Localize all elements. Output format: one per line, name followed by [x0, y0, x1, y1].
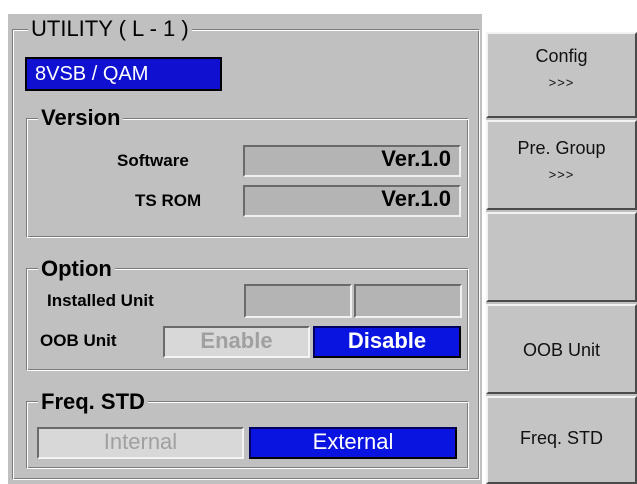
software-label: Software	[117, 151, 189, 170]
freq-internal-option[interactable]: Internal	[37, 427, 244, 459]
version-legend: Version	[38, 107, 124, 129]
option-legend: Option	[38, 258, 115, 280]
installed-unit-label: Installed Unit	[47, 291, 154, 310]
installed-unit-slot-1	[244, 284, 352, 318]
softkey-bar: Config >>> Pre. Group >>> OOB Unit Freq.…	[486, 32, 637, 484]
softkey-freq-std-label: Freq. STD	[519, 428, 603, 448]
oob-disable-option[interactable]: Disable	[313, 326, 461, 358]
oob-unit-label: OOB Unit	[40, 331, 117, 350]
softkey-pre-group-arrow: >>>	[548, 167, 575, 182]
softkey-pre-group[interactable]: Pre. Group >>>	[486, 120, 637, 210]
softkey-pre-group-label: Pre. Group	[517, 138, 606, 158]
softkey-config[interactable]: Config >>>	[486, 32, 637, 118]
softkey-config-label: Config	[535, 46, 588, 66]
softkey-blank[interactable]	[486, 212, 637, 302]
softkey-oob-unit-label: OOB Unit	[522, 340, 601, 360]
tsrom-label: TS ROM	[135, 191, 202, 210]
software-version-field: Ver.1.0	[243, 145, 461, 177]
freq-external-option[interactable]: External	[249, 427, 457, 459]
freq-std-legend: Freq. STD	[38, 391, 148, 413]
utility-screen: UTILITY ( L - 1 ) 8VSB / QAM Version Sof…	[0, 0, 637, 484]
softkey-oob-unit[interactable]: OOB Unit	[486, 304, 637, 394]
version-group	[26, 118, 469, 238]
softkey-freq-std[interactable]: Freq. STD	[486, 396, 637, 484]
mode-badge: 8VSB / QAM	[25, 57, 222, 91]
softkey-config-arrow: >>>	[548, 75, 575, 90]
installed-unit-slot-2	[354, 284, 462, 318]
tsrom-version-field: Ver.1.0	[243, 185, 461, 217]
panel-title: UTILITY ( L - 1 )	[28, 18, 192, 40]
oob-enable-option[interactable]: Enable	[163, 326, 310, 358]
